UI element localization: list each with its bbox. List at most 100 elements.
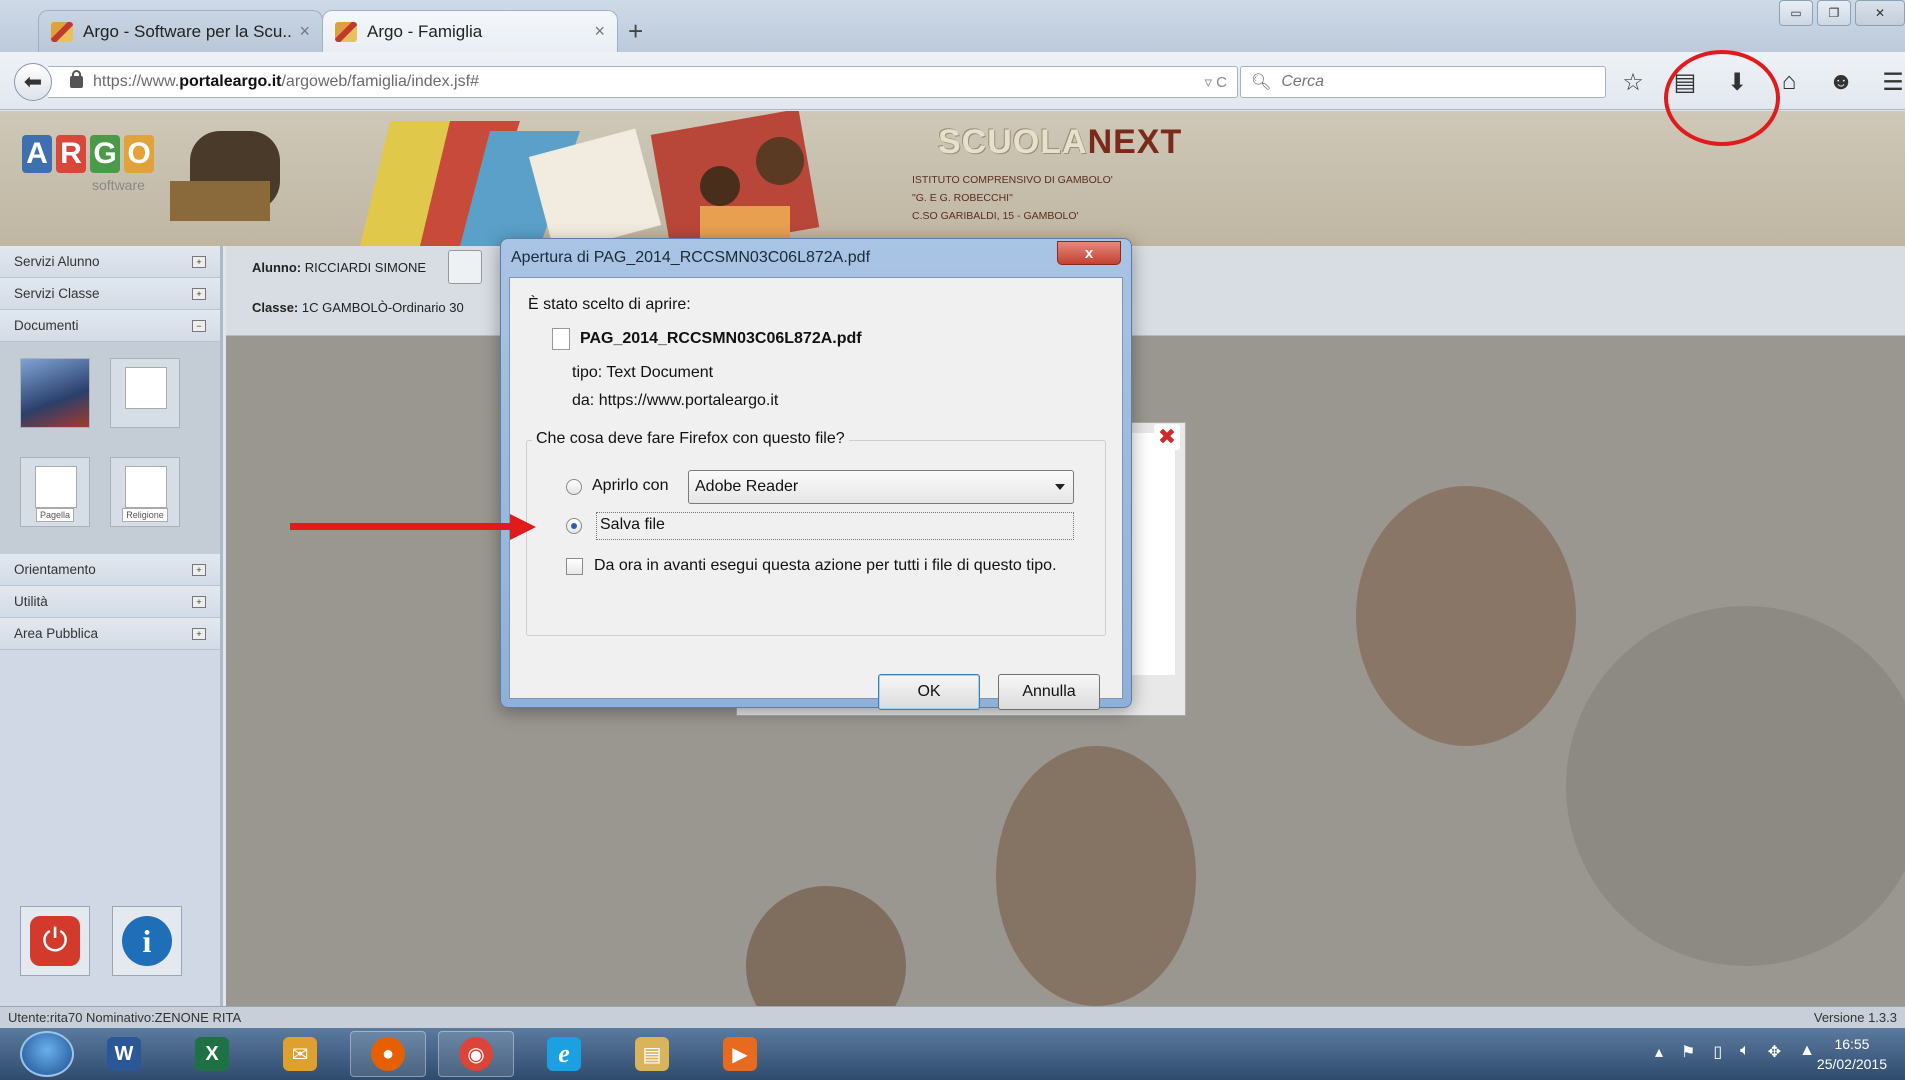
- system-clock[interactable]: 16:55 25/02/2015: [1817, 1034, 1887, 1074]
- expand-icon[interactable]: +: [192, 287, 206, 300]
- annotation-arrow-line: [290, 523, 516, 530]
- power-icon: ⏻: [30, 916, 80, 966]
- word-icon: W: [107, 1037, 141, 1071]
- minimize-button[interactable]: ▭: [1779, 0, 1813, 26]
- tab-label: Argo - Famiglia: [367, 21, 483, 41]
- remember-checkbox[interactable]: [566, 558, 583, 575]
- argo-favicon-icon: [51, 21, 73, 42]
- expand-icon[interactable]: +: [192, 563, 206, 576]
- volume-icon[interactable]: 🔈︎: [1740, 1042, 1750, 1062]
- tab-close-icon[interactable]: ×: [594, 21, 605, 42]
- taskbar-file-explorer[interactable]: ▤: [614, 1031, 690, 1077]
- sidebar-item-utilita[interactable]: Utilità +: [0, 586, 220, 618]
- user-info: Utente:rita70 Nominativo:ZENONE RITA: [8, 1010, 242, 1025]
- background-figure: [746, 886, 906, 1006]
- dropbox-icon[interactable]: ✥: [1768, 1042, 1781, 1062]
- document-list-icon[interactable]: [110, 358, 180, 428]
- pagella-icon[interactable]: Pagella: [20, 457, 90, 527]
- tab-argo-famiglia[interactable]: Argo - Famiglia ×: [322, 10, 618, 52]
- logo-letter: A: [22, 135, 52, 173]
- action-center-flag-icon[interactable]: ⚑: [1681, 1042, 1695, 1062]
- dialog-body: È stato scelto di aprire: PAG_2014_RCCSM…: [509, 277, 1123, 710]
- outlook-icon: ✉: [283, 1037, 317, 1071]
- open-with-radio[interactable]: [566, 479, 582, 495]
- sidebar-item-servizi-alunno[interactable]: Servizi Alunno +: [0, 246, 220, 278]
- sidebar-item-servizi-classe[interactable]: Servizi Classe +: [0, 278, 220, 310]
- file-type-row: tipo: Text Document: [572, 364, 713, 382]
- alunno-value: RICCIARDI SIMONE: [304, 260, 427, 275]
- device-icon[interactable]: ▯: [1713, 1042, 1722, 1062]
- open-with-label[interactable]: Aprirlo con: [592, 477, 668, 495]
- change-student-icon[interactable]: [448, 250, 482, 284]
- clock-time: 16:55: [1834, 1036, 1870, 1052]
- type-value: Text Document: [606, 364, 714, 381]
- start-button[interactable]: [20, 1031, 74, 1077]
- document-photo-icon[interactable]: [20, 358, 90, 428]
- tray-expand-icon[interactable]: ▴: [1655, 1042, 1663, 1062]
- religione-icon[interactable]: Religione: [110, 457, 180, 527]
- sidebar-item-documenti[interactable]: Documenti −: [0, 310, 220, 342]
- chosen-text: È stato scelto di aprire:: [528, 296, 691, 313]
- url-bar[interactable]: https://www. portaleargo.it/argoweb/famig…: [48, 66, 1238, 98]
- bookmark-star-icon[interactable]: ☆: [1620, 68, 1646, 97]
- restore-button[interactable]: ❐: [1817, 0, 1851, 26]
- new-tab-button[interactable]: +: [628, 16, 643, 47]
- reload-icon[interactable]: ▿ C: [1204, 73, 1227, 91]
- collapse-icon[interactable]: −: [192, 319, 206, 332]
- internet-explorer-icon: e: [547, 1037, 581, 1071]
- taskbar-excel[interactable]: X: [174, 1031, 250, 1077]
- system-tray: ▴ ⚑ ▯ 🔈︎ ✥ ▲: [1655, 1042, 1815, 1062]
- chrome-icon: ◉: [459, 1037, 493, 1071]
- alunno-label: Alunno:: [252, 260, 302, 275]
- classe-line: Classe: 1C GAMBOLÒ-Ordinario 30: [252, 300, 464, 315]
- background-dialog-close-icon[interactable]: ✖: [1154, 424, 1180, 450]
- classe-value: 1C GAMBOLÒ-Ordinario 30: [301, 300, 464, 315]
- back-button[interactable]: ⬅: [14, 63, 52, 101]
- dialog-close-button[interactable]: x: [1057, 241, 1121, 265]
- cancel-button[interactable]: Annulla: [998, 674, 1100, 710]
- dialog-title: Apertura di PAG_2014_RCCSMN03C06L872A.pd…: [511, 249, 871, 266]
- taskbar-media-player[interactable]: ▶: [702, 1031, 778, 1077]
- expand-icon[interactable]: +: [192, 627, 206, 640]
- background-figure: [996, 746, 1196, 1006]
- file-source-row: da: https://www.portaleargo.it: [572, 392, 778, 410]
- save-file-radio[interactable]: [566, 518, 582, 534]
- logo-letter: O: [124, 135, 154, 173]
- tab-argo-software[interactable]: Argo - Software per la Scu... ×: [38, 10, 323, 52]
- taskbar-internet-explorer[interactable]: e: [526, 1031, 602, 1077]
- ok-button[interactable]: OK: [878, 674, 980, 710]
- back-arrow-icon: ⬅: [23, 69, 43, 94]
- logo-subtitle: software: [92, 177, 145, 193]
- taskbar-outlook[interactable]: ✉: [262, 1031, 338, 1077]
- tab-label: Argo - Software per la Scu...: [83, 21, 292, 41]
- remember-label[interactable]: Da ora in avanti esegui questa azione pe…: [594, 557, 1057, 575]
- from-label: da:: [572, 392, 595, 409]
- open-with-select[interactable]: Adobe Reader: [688, 470, 1074, 504]
- home-icon[interactable]: ⌂: [1776, 68, 1802, 97]
- menu-icon[interactable]: ☰: [1880, 68, 1905, 97]
- doc-label: Pagella: [35, 508, 75, 522]
- school-line2: "G. E G. ROBECCHI": [912, 192, 1013, 204]
- open-file-dialog: Apertura di PAG_2014_RCCSMN03C06L872A.pd…: [500, 238, 1132, 710]
- save-file-label[interactable]: Salva file: [600, 516, 665, 534]
- from-value: https://www.portaleargo.it: [598, 392, 779, 409]
- argo-favicon-icon: [335, 21, 357, 42]
- expand-icon[interactable]: +: [192, 595, 206, 608]
- tab-close-icon[interactable]: ×: [299, 21, 310, 42]
- sidebar-item-area-pubblica[interactable]: Area Pubblica +: [0, 618, 220, 650]
- chat-icon[interactable]: ☻: [1828, 68, 1854, 97]
- save-file-focus-ring: [596, 512, 1074, 540]
- search-input[interactable]: 🔍︎ Cerca: [1240, 66, 1606, 98]
- google-drive-icon[interactable]: ▲: [1799, 1042, 1815, 1062]
- doc-label: Religione: [122, 508, 168, 522]
- classe-label: Classe:: [252, 300, 299, 315]
- info-button[interactable]: i: [112, 906, 182, 976]
- sidebar-item-orientamento[interactable]: Orientamento +: [0, 554, 220, 586]
- taskbar-firefox[interactable]: ●: [350, 1031, 426, 1077]
- expand-icon[interactable]: +: [192, 255, 206, 268]
- taskbar-word[interactable]: W: [86, 1031, 162, 1077]
- window-close-button[interactable]: ✕: [1855, 0, 1905, 26]
- logout-button[interactable]: ⏻: [20, 906, 90, 976]
- sheet-icon: [125, 466, 167, 508]
- taskbar-chrome[interactable]: ◉: [438, 1031, 514, 1077]
